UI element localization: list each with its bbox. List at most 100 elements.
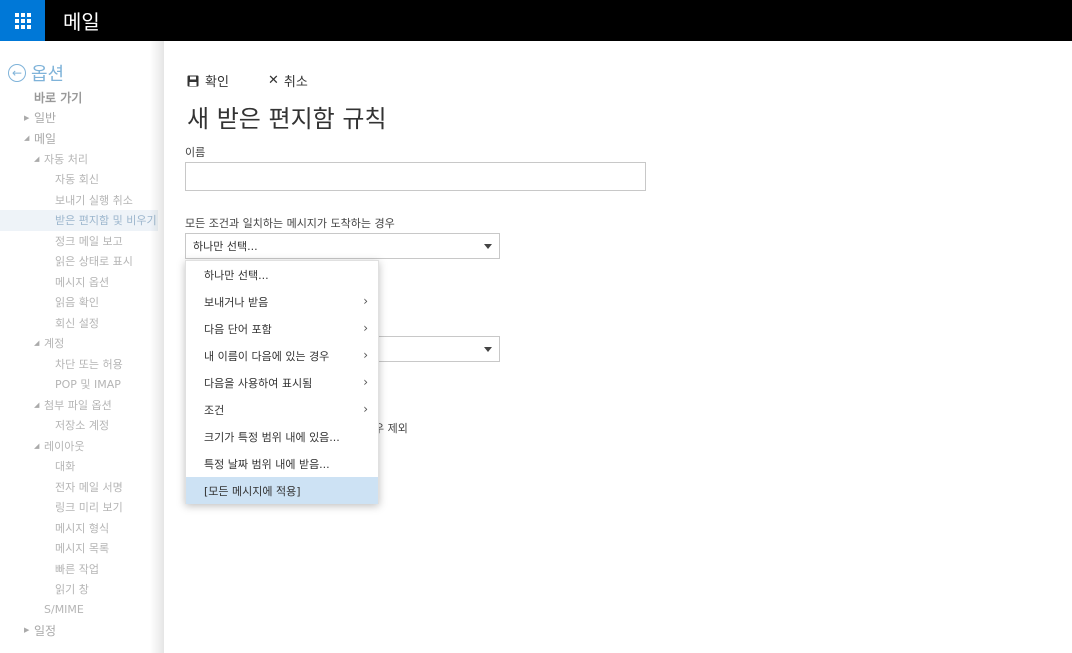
sidebar-item[interactable]: 받은 편지함 및 비우기 xyxy=(0,210,158,231)
sidebar-item[interactable]: 읽기 창 xyxy=(0,579,158,600)
waffle-icon xyxy=(14,12,31,29)
sidebar-shadow xyxy=(150,41,164,653)
sidebar-item-label: 자동 회신 xyxy=(55,173,99,187)
sidebar-item[interactable]: 전자 메일 서명 xyxy=(0,477,158,498)
dropdown-option[interactable]: 다음 단어 포함 › xyxy=(186,315,378,342)
dropdown-option-label: 크기가 특정 범위 내에 있음... xyxy=(204,430,340,444)
exception-label: 우 제외 xyxy=(374,422,408,435)
expand-down-icon[interactable]: ◢ xyxy=(34,442,39,450)
app-launcher-button[interactable] xyxy=(0,0,45,41)
dropdown-option-label: 다음 단어 포함 xyxy=(204,322,272,336)
back-arrow-icon: ← xyxy=(8,64,26,82)
sidebar-item[interactable]: ◢ 계정 xyxy=(0,333,158,354)
sidebar-item[interactable]: ◢ 첨부 파일 옵션 xyxy=(0,395,158,416)
sidebar-item[interactable]: S/MIME xyxy=(0,600,158,621)
expand-right-icon[interactable]: ▶ xyxy=(24,626,29,634)
sidebar-item[interactable]: 저장소 계정 xyxy=(0,415,158,436)
caret-down-icon xyxy=(484,244,492,249)
ok-button[interactable]: 확인 xyxy=(187,71,229,90)
page-title: 새 받은 편지함 규칙 xyxy=(187,105,387,133)
top-bar: 메일 xyxy=(0,0,1072,41)
sidebar-item[interactable]: 빠른 작업 xyxy=(0,559,158,580)
sidebar-item-label: 링크 미리 보기 xyxy=(55,501,123,515)
sidebar-item-label: POP 및 IMAP xyxy=(55,378,121,392)
sidebar-item[interactable]: 바로 가기 xyxy=(0,87,158,108)
sidebar-item[interactable]: ◢ 자동 처리 xyxy=(0,149,158,170)
dropdown-option[interactable]: 보내거나 받음 › xyxy=(186,288,378,315)
sidebar-item-label: 전자 메일 서명 xyxy=(55,480,123,494)
sidebar-item[interactable]: 대화 xyxy=(0,456,158,477)
dropdown-option[interactable]: 특정 날짜 범위 내에 받음... xyxy=(186,450,378,477)
sidebar-item[interactable]: ◢ 레이아웃 xyxy=(0,436,158,457)
dropdown-option-label: 특정 날짜 범위 내에 받음... xyxy=(204,457,330,471)
save-icon xyxy=(187,75,199,86)
chevron-right-icon: › xyxy=(363,402,368,416)
cancel-label: 취소 xyxy=(283,75,308,90)
sidebar-item[interactable]: 정크 메일 보고 xyxy=(0,231,158,252)
sidebar-item[interactable]: 메시지 목록 xyxy=(0,538,158,559)
sidebar-item-label: 메시지 옵션 xyxy=(55,275,110,289)
expand-down-icon[interactable]: ◢ xyxy=(24,134,29,142)
expand-right-icon[interactable]: ▶ xyxy=(24,114,29,122)
sidebar-item[interactable]: 읽은 상태로 표시 xyxy=(0,251,158,272)
expand-down-icon[interactable]: ◢ xyxy=(34,339,39,347)
sidebar-item-label: 빠른 작업 xyxy=(55,562,99,576)
chevron-right-icon: › xyxy=(363,321,368,335)
dropdown-option-label: 내 이름이 다음에 있는 경우 xyxy=(204,349,330,363)
dropdown-option-label: 조건 xyxy=(204,403,225,417)
name-label: 이름 xyxy=(185,146,206,159)
chevron-right-icon: › xyxy=(363,375,368,389)
dropdown-option[interactable]: 내 이름이 다음에 있는 경우 › xyxy=(186,342,378,369)
sidebar-item[interactable]: 읽음 확인 xyxy=(0,292,158,313)
sidebar-item[interactable]: ▶ 일반 xyxy=(0,108,158,129)
sidebar-item-label: 첨부 파일 옵션 xyxy=(44,398,112,412)
sidebar-item-label: 레이아웃 xyxy=(44,439,85,453)
sidebar-item-label: S/MIME xyxy=(44,603,84,617)
sidebar-item-label: 메시지 형식 xyxy=(55,521,110,535)
sidebar-item-label: 저장소 계정 xyxy=(55,419,110,433)
condition-select[interactable]: 하나만 선택... xyxy=(185,233,500,259)
sidebar-item-label: 메시지 목록 xyxy=(55,542,110,556)
sidebar-item-label: 자동 처리 xyxy=(44,152,88,166)
ok-label: 확인 xyxy=(205,75,229,90)
dropdown-option[interactable]: 하나만 선택... xyxy=(186,261,378,288)
sidebar-item-label: 읽기 창 xyxy=(55,583,89,597)
sidebar-item-label: 정크 메일 보고 xyxy=(55,234,123,248)
app-title: 메일 xyxy=(63,10,100,34)
options-back-button[interactable]: ← 옵션 xyxy=(8,60,64,86)
dropdown-option[interactable]: 조건 › xyxy=(186,396,378,423)
sidebar-item[interactable]: 자동 회신 xyxy=(0,169,158,190)
expand-down-icon[interactable]: ◢ xyxy=(34,401,39,409)
options-nav: 바로 가기 ▶ 일반 ◢ 메일 ◢ 자동 처리자동 회신보내기 실행 취소받은 편지함 및 … xyxy=(0,87,158,641)
dropdown-option[interactable]: 크기가 특정 범위 내에 있음... xyxy=(186,423,378,450)
sidebar-item[interactable]: 차단 또는 허용 xyxy=(0,354,158,375)
sidebar-item-label: 보내기 실행 취소 xyxy=(55,193,133,207)
sidebar-item-label: 차단 또는 허용 xyxy=(55,357,123,371)
sidebar-item[interactable]: 보내기 실행 취소 xyxy=(0,190,158,211)
sidebar-item-label: 계정 xyxy=(44,337,65,351)
close-icon: ✕ xyxy=(268,73,279,88)
condition-select-value: 하나만 선택... xyxy=(193,240,258,253)
sidebar-item-label: 메일 xyxy=(34,131,57,146)
sidebar-item[interactable]: 회신 설정 xyxy=(0,313,158,334)
sidebar-item-label: 읽음 확인 xyxy=(55,296,99,310)
sidebar-item[interactable]: POP 및 IMAP xyxy=(0,374,158,395)
options-header: 옵션 xyxy=(31,64,65,85)
options-sidebar: ← 옵션 바로 가기 ▶ 일반 ◢ 메일 ◢ 자동 처리자동 회신보내기 실행 취소받은 편… xyxy=(0,41,158,653)
expand-down-icon[interactable]: ◢ xyxy=(34,155,39,163)
name-input[interactable] xyxy=(185,162,646,191)
sidebar-item[interactable]: 메시지 옵션 xyxy=(0,272,158,293)
sidebar-item[interactable]: 메시지 형식 xyxy=(0,518,158,539)
chevron-right-icon: › xyxy=(363,294,368,308)
sidebar-item[interactable]: ◢ 메일 xyxy=(0,128,158,149)
sidebar-item[interactable]: 링크 미리 보기 xyxy=(0,497,158,518)
sidebar-item-label: 받은 편지함 및 비우기 xyxy=(55,214,157,228)
dropdown-option[interactable]: 다음을 사용하여 표시됨 › xyxy=(186,369,378,396)
sidebar-item[interactable]: ▶ 일정 xyxy=(0,620,158,641)
sidebar-item-label: 회신 설정 xyxy=(55,316,99,330)
dropdown-option-label: 다음을 사용하여 표시됨 xyxy=(204,376,313,390)
cancel-button[interactable]: ✕ 취소 xyxy=(268,71,308,90)
condition-dropdown-menu: 하나만 선택... 보내거나 받음 › 다음 단어 포함 › 내 이름이 다음에 있는 경… xyxy=(185,260,379,504)
sidebar-item-label: 읽은 상태로 표시 xyxy=(55,255,133,269)
dropdown-option[interactable]: [모든 메시지에 적용] xyxy=(186,477,378,504)
